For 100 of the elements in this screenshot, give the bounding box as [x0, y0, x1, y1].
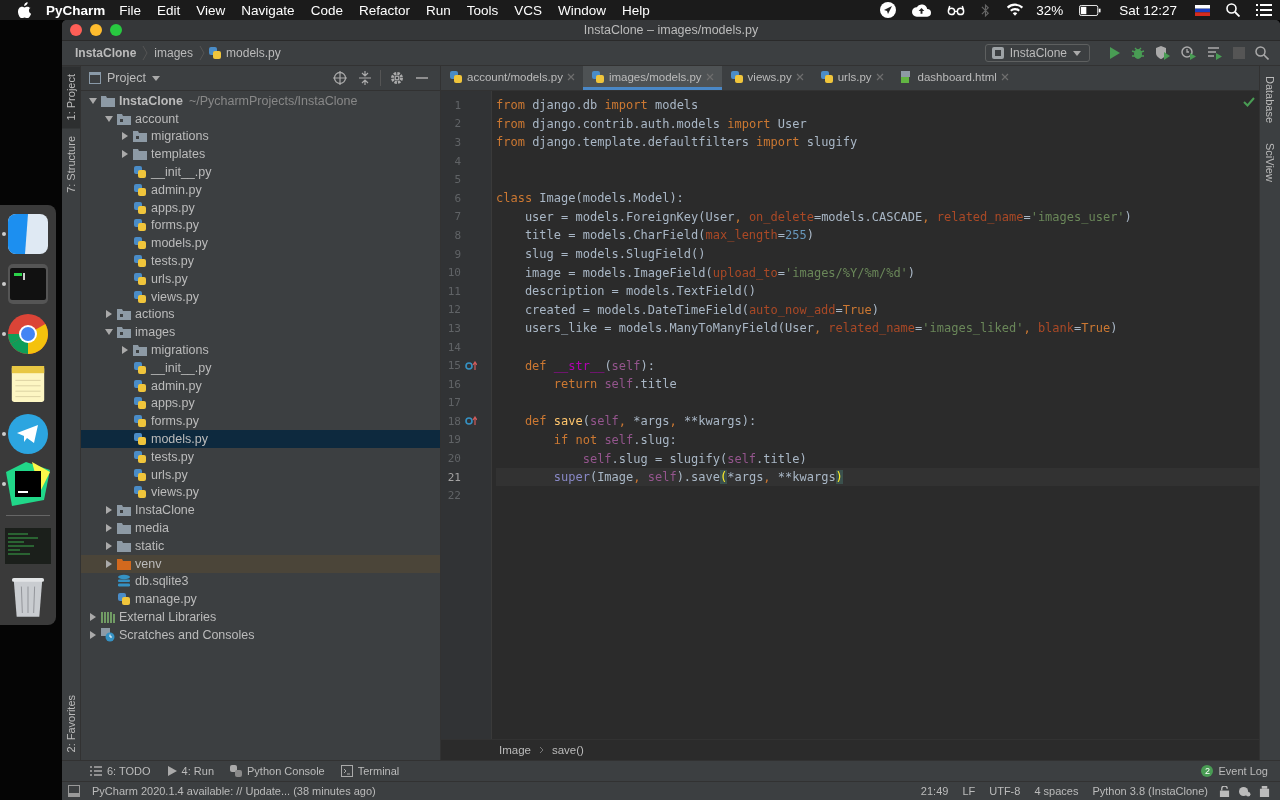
breadcrumb[interactable]: images	[154, 46, 194, 60]
tree-row[interactable]: admin.py	[81, 376, 440, 395]
menu-item[interactable]: Edit	[157, 2, 181, 18]
expand-arrow-icon[interactable]	[105, 506, 113, 515]
editor-tab[interactable]: dashboard.html	[891, 66, 1017, 90]
app-name[interactable]: PyCharm	[46, 2, 106, 18]
status-item[interactable]: 21:49	[920, 785, 949, 797]
tool-window-button[interactable]: 6: TODO	[90, 765, 151, 777]
tree-row[interactable]: views.py	[81, 483, 440, 502]
expand-arrow-icon[interactable]	[105, 524, 113, 532]
tree-row[interactable]: actions	[81, 305, 440, 324]
tool-window-tab[interactable]: 1: Project	[62, 66, 80, 129]
breadcrumb[interactable]: Image	[499, 744, 531, 756]
clock-run-icon[interactable]	[1181, 46, 1197, 60]
editor-tab[interactable]: views.py	[721, 66, 812, 90]
tree-row[interactable]: venv	[81, 554, 440, 573]
minimize-window-button[interactable]	[90, 24, 102, 36]
tree-row[interactable]: apps.py	[81, 394, 440, 413]
menu-item[interactable]: Code	[310, 2, 343, 18]
close-window-button[interactable]	[70, 24, 82, 36]
tree-row[interactable]: models.py	[81, 430, 440, 448]
crosshair-icon[interactable]	[333, 71, 347, 85]
terminal-icon[interactable]	[8, 264, 48, 304]
breadcrumb[interactable]: InstaClone	[75, 46, 137, 60]
expand-arrow-icon[interactable]	[89, 96, 97, 105]
tree-row[interactable]: views.py	[81, 287, 440, 306]
shield-run-icon[interactable]	[1155, 46, 1171, 60]
menu-item[interactable]: View	[196, 2, 226, 18]
tree-row[interactable]: Scratches and Consoles	[81, 625, 440, 644]
tool-window-button[interactable]: 4: Run	[166, 765, 215, 777]
menu-item[interactable]: VCS	[514, 2, 542, 18]
tree-row[interactable]: manage.py	[81, 590, 440, 609]
menu-item[interactable]: Run	[425, 2, 451, 18]
tree-row[interactable]: urls.py	[81, 269, 440, 288]
tree-row[interactable]: apps.py	[81, 198, 440, 217]
project-view-dropdown[interactable]: Project	[89, 71, 160, 85]
tree-row[interactable]: tests.py	[81, 252, 440, 270]
apple-logo-icon[interactable]	[18, 2, 32, 18]
cloud-upload-icon[interactable]	[912, 3, 932, 17]
event-log-button[interactable]: Event Log	[1218, 765, 1268, 777]
battery-icon[interactable]	[1079, 4, 1102, 16]
window-thumbnail-icon[interactable]	[5, 528, 51, 564]
tree-row[interactable]: migrations	[81, 341, 440, 359]
tree-row[interactable]: forms.py	[81, 412, 440, 431]
tool-window-tab[interactable]: Database	[1260, 66, 1280, 134]
list-run-icon[interactable]	[1207, 46, 1223, 60]
tree-row[interactable]: __init__.py	[81, 163, 440, 181]
editor-tab[interactable]: urls.py	[811, 66, 892, 90]
tool-window-tab[interactable]: 2: Favorites	[62, 686, 80, 760]
menu-item[interactable]: Refactor	[358, 2, 410, 18]
tree-row[interactable]: media	[81, 519, 440, 537]
editor-tab[interactable]: images/models.py	[582, 66, 722, 90]
status-item[interactable]: LF	[962, 785, 976, 797]
expand-arrow-icon[interactable]	[89, 613, 97, 621]
bug-icon[interactable]	[1131, 46, 1145, 60]
flag-icon[interactable]	[1195, 4, 1210, 16]
menu-clock[interactable]: Sat 12:27	[1119, 2, 1177, 18]
menu-item[interactable]: Tools	[466, 2, 499, 18]
expand-arrow-icon[interactable]	[89, 630, 97, 639]
expand-arrow-icon[interactable]	[105, 114, 113, 123]
status-message[interactable]: PyCharm 2020.1.4 available: // Update... (38 minutes ago)	[92, 785, 376, 797]
trash-icon[interactable]	[11, 575, 45, 617]
lock-icon[interactable]	[1219, 785, 1230, 797]
tree-row[interactable]: __init__.py	[81, 358, 440, 377]
notepad-icon[interactable]	[10, 364, 46, 404]
tree-row[interactable]: InstaClone ~/PycharmProjects/InstaClone	[81, 92, 440, 110]
tree-row[interactable]: External Libraries	[81, 608, 440, 626]
override-marker-icon[interactable]	[465, 360, 477, 371]
tree-row[interactable]: images	[81, 323, 440, 342]
menu-item[interactable]: Navigate	[241, 2, 295, 18]
glasses-icon[interactable]	[947, 4, 966, 16]
split-square-icon[interactable]	[8, 214, 48, 254]
status-item[interactable]: UTF-8	[989, 785, 1021, 797]
expand-arrow-icon[interactable]	[121, 132, 129, 141]
menu-item[interactable]: Help	[622, 2, 650, 18]
tree-row[interactable]: account	[81, 109, 440, 128]
tool-window-button[interactable]: Python Console	[230, 765, 325, 777]
breadcrumb[interactable]: models.py	[226, 46, 281, 60]
tool-window-tab[interactable]: 7: Structure	[62, 128, 80, 202]
tool-window-button[interactable]: Terminal	[340, 765, 400, 777]
panel-toggle-icon[interactable]	[68, 785, 80, 797]
collapse-all-icon[interactable]	[359, 71, 371, 85]
list-icon[interactable]	[1256, 4, 1272, 16]
square-logo-icon[interactable]	[6, 462, 50, 506]
colored-circle-icon[interactable]	[8, 314, 48, 354]
wifi-icon[interactable]	[1006, 3, 1025, 17]
tree-row[interactable]: migrations	[81, 127, 440, 146]
run-icon[interactable]	[1107, 46, 1121, 60]
tree-row[interactable]: InstaClone	[81, 501, 440, 520]
tree-row[interactable]: db.sqlite3	[81, 572, 440, 591]
search-icon[interactable]	[1226, 3, 1240, 17]
tree-row[interactable]: forms.py	[81, 216, 440, 235]
tree-row[interactable]: urls.py	[81, 465, 440, 484]
tool-window-tab[interactable]: SciView	[1260, 133, 1280, 193]
expand-arrow-icon[interactable]	[105, 328, 113, 337]
paper-plane-icon[interactable]	[8, 414, 48, 454]
status-item[interactable]: 4 spaces	[1034, 785, 1079, 797]
tree-row[interactable]: static	[81, 536, 440, 555]
expand-arrow-icon[interactable]	[105, 559, 113, 568]
run-configuration-dropdown[interactable]: InstaClone	[984, 44, 1090, 62]
